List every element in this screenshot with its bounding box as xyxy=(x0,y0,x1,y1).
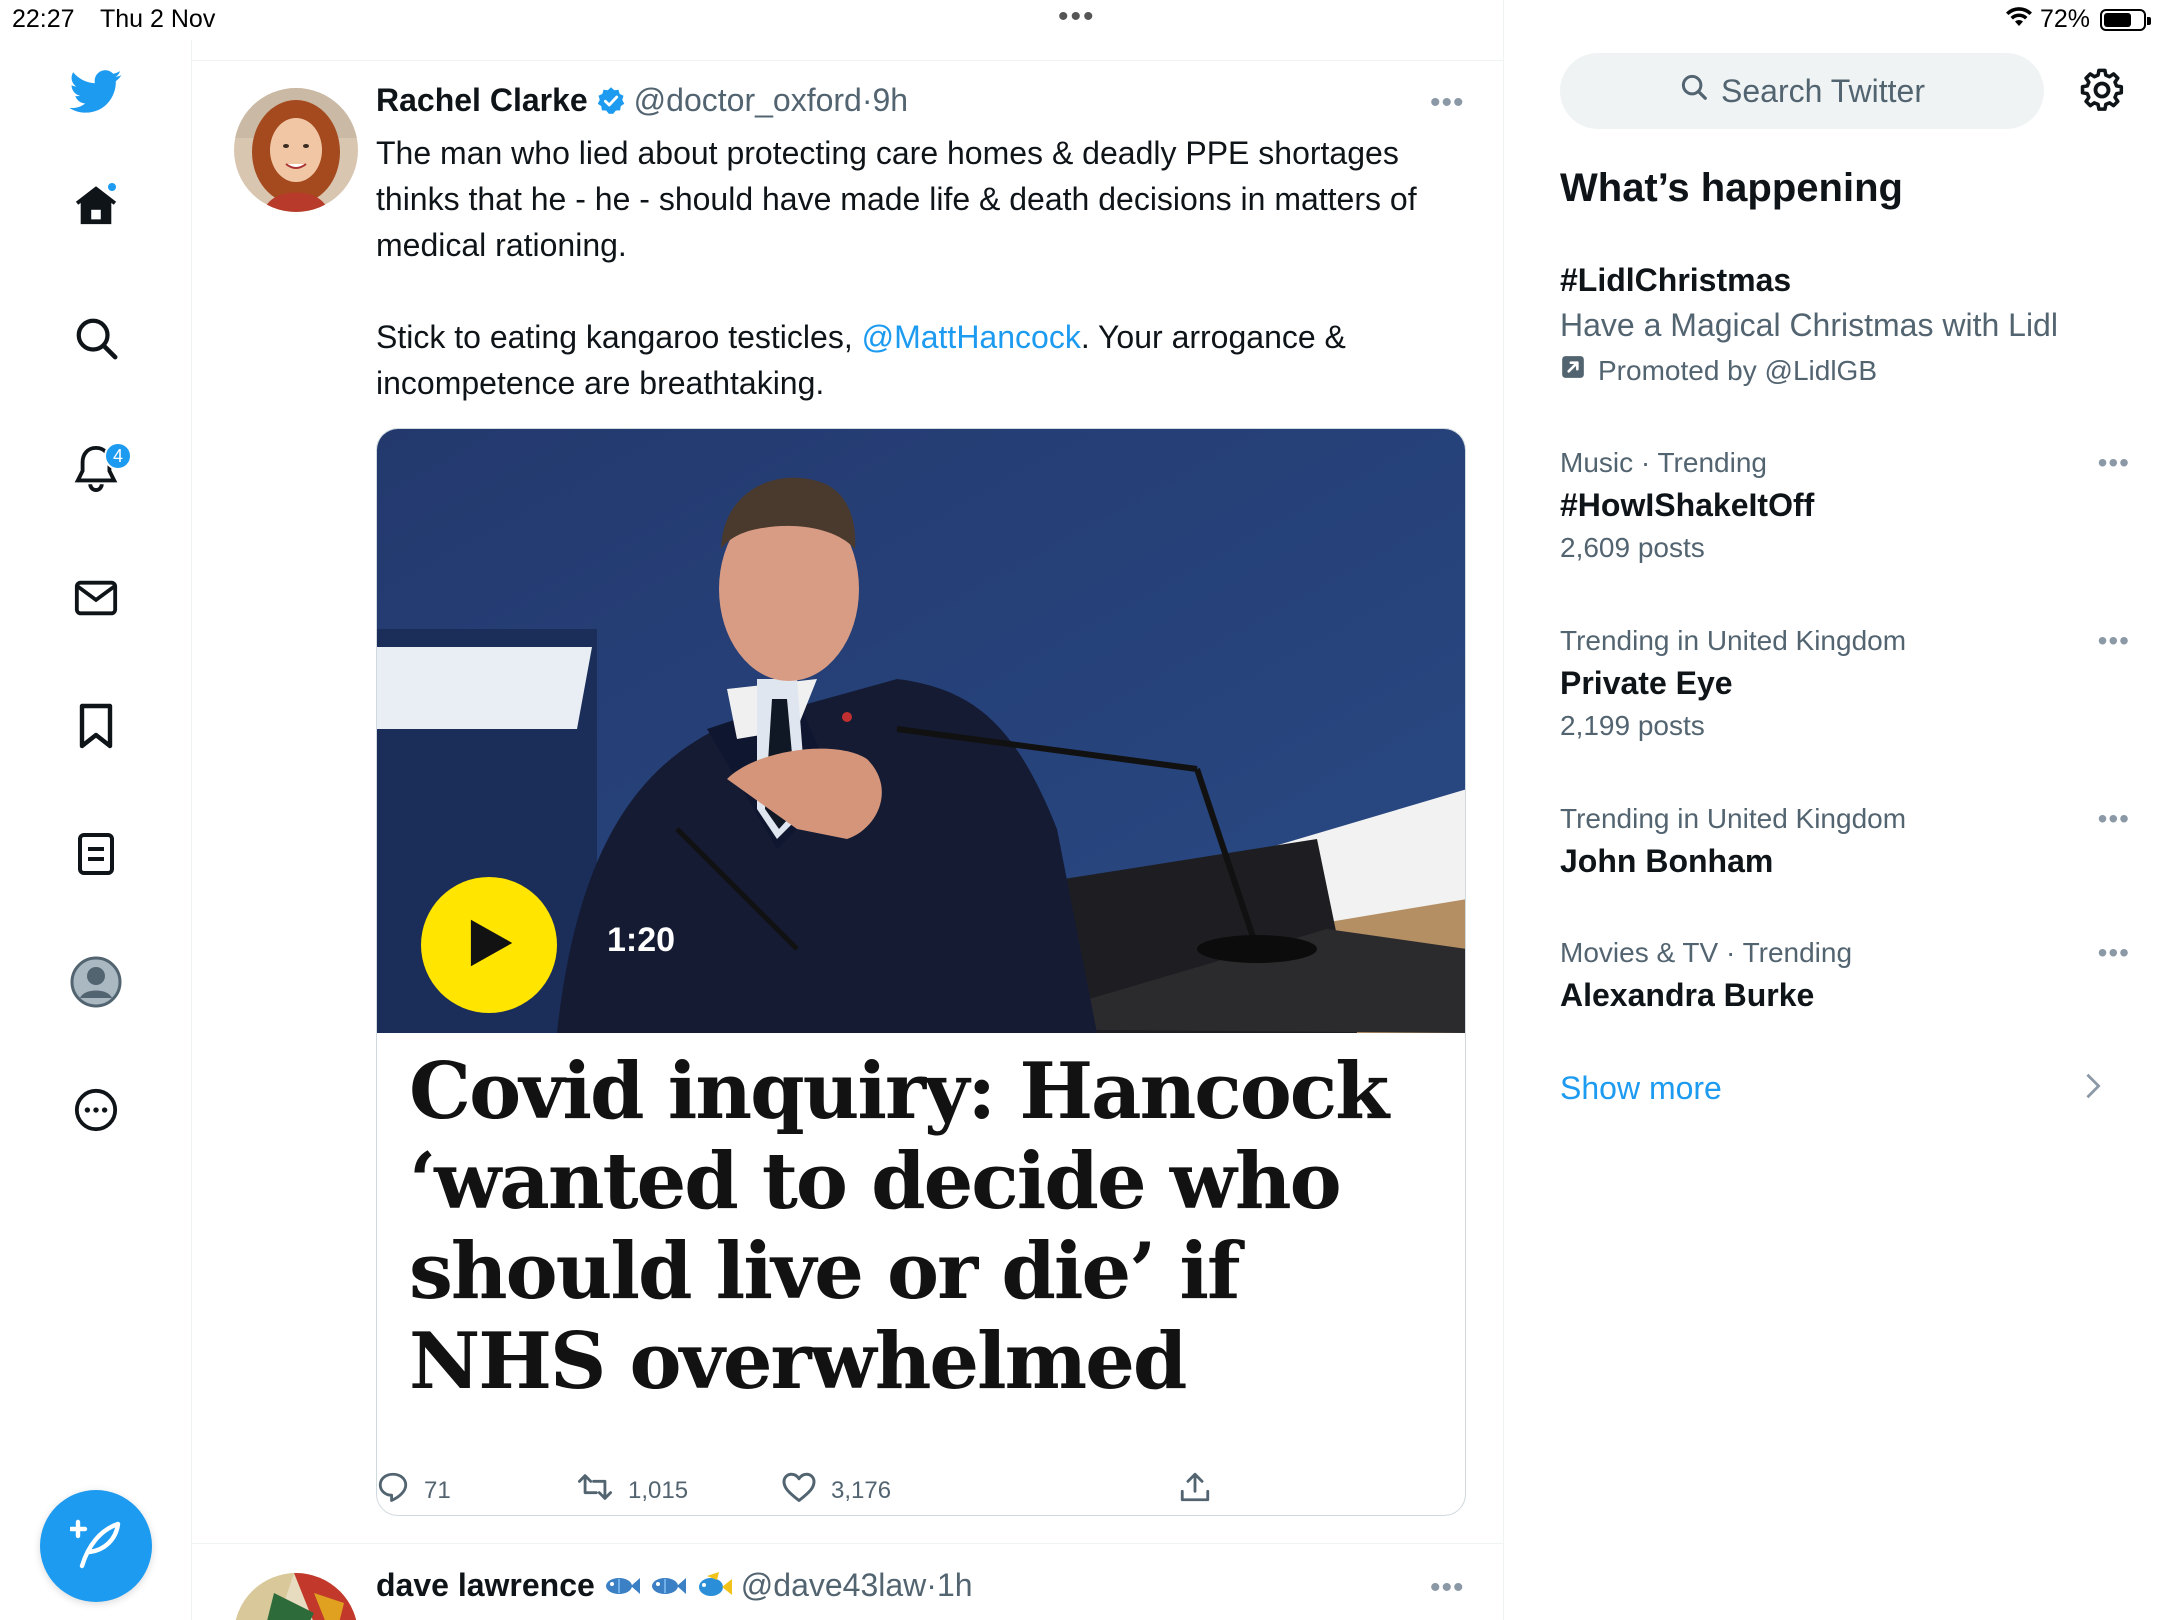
nav-more[interactable] xyxy=(66,1082,126,1142)
verified-badge-icon xyxy=(596,86,626,116)
promoted-icon xyxy=(1560,354,1598,387)
video-duration: 1:20 xyxy=(607,921,676,959)
trend-description: Have a Magical Christmas with Lidl xyxy=(1560,307,2058,343)
nav-explore[interactable] xyxy=(66,310,126,370)
retweet-icon xyxy=(576,1470,628,1511)
like-button[interactable]: 3,176 xyxy=(781,1470,891,1511)
search-icon xyxy=(73,315,119,366)
retweet-button[interactable]: 1,015 xyxy=(576,1470,688,1511)
trend-topic: #LidlChristmas xyxy=(1560,262,1792,298)
tweet-header: dave lawrence @dave43law · 1h xyxy=(376,1567,973,1604)
nav-profile[interactable] xyxy=(66,954,126,1014)
tweet-text: The man who lied about protecting care h… xyxy=(376,130,1466,406)
nav-lists[interactable] xyxy=(66,826,126,886)
link-card[interactable]: 1:20 Covid inquiry: Hancock ‘wanted to d… xyxy=(376,428,1466,1516)
play-icon xyxy=(458,912,520,979)
tropical-fish-emoji-icon xyxy=(693,1570,733,1602)
mention-link[interactable]: @MattHancock xyxy=(862,319,1081,355)
share-icon xyxy=(1178,1470,1226,1511)
home-unread-dot xyxy=(106,181,118,193)
trend-item[interactable]: Movies & TV · Trending Alexandra Burke •… xyxy=(1560,937,2129,1014)
reply-count: 71 xyxy=(424,1476,451,1504)
more-icon xyxy=(73,1087,119,1138)
tweet-more-button[interactable]: ••• xyxy=(1430,86,1465,120)
fish-emoji-icon xyxy=(601,1570,641,1602)
tweet-header: Rachel Clarke @doctor_oxford · 9h xyxy=(376,82,908,119)
tweet-time[interactable]: 1h xyxy=(937,1567,973,1604)
search-input[interactable]: Search Twitter xyxy=(1560,53,2044,129)
author-handle[interactable]: @doctor_oxford xyxy=(634,82,862,119)
author-handle[interactable]: @dave43law xyxy=(741,1567,926,1604)
tweet-text-segment: Stick to eating kangaroo testicles, xyxy=(376,319,862,355)
reply-icon xyxy=(376,1470,424,1511)
profile-icon xyxy=(70,956,122,1013)
header-separator: · xyxy=(926,1567,937,1603)
trend-topic: Private Eye xyxy=(1560,665,1733,701)
notification-badge: 4 xyxy=(104,442,132,470)
nav-messages[interactable] xyxy=(66,570,126,630)
tweet[interactable]: Rachel Clarke @doctor_oxford · 9h ••• Th… xyxy=(192,60,1504,1544)
left-navigation: 4 xyxy=(0,40,192,1620)
bird-icon xyxy=(69,69,123,119)
trend-item[interactable]: #LidlChristmas Have a Magical Christmas … xyxy=(1560,262,2120,387)
trend-item[interactable]: Trending in United Kingdom John Bonham •… xyxy=(1560,803,2129,880)
status-time: 22:27 xyxy=(12,5,75,33)
nav-home[interactable] xyxy=(66,177,126,237)
heart-icon xyxy=(781,1470,831,1511)
author-avatar[interactable] xyxy=(234,88,358,212)
trend-topic: Alexandra Burke xyxy=(1560,977,1815,1013)
settings-button[interactable] xyxy=(2072,62,2132,122)
trend-item[interactable]: Trending in United Kingdom Private Eye 2… xyxy=(1560,625,2129,742)
card-headline[interactable]: Covid inquiry: Hancock ‘wanted to decide… xyxy=(409,1047,1409,1407)
author-name[interactable]: dave lawrence xyxy=(376,1567,595,1604)
chevron-right-icon xyxy=(2084,1072,2102,1108)
trend-post-count: 2,199 posts xyxy=(1560,710,1705,741)
header-separator: · xyxy=(861,82,873,118)
retweet-count: 1,015 xyxy=(628,1476,689,1504)
video-thumbnail[interactable]: 1:20 xyxy=(377,429,1465,1033)
promoted-label: Promoted by @LidlGB xyxy=(1560,354,2120,387)
reply-button[interactable]: 71 xyxy=(376,1470,451,1511)
trend-more-button[interactable]: ••• xyxy=(2098,447,2130,479)
trend-more-button[interactable]: ••• xyxy=(2098,937,2130,969)
gear-icon xyxy=(2079,67,2125,118)
tweet[interactable]: dave lawrence @dave43law · 1h ••• xyxy=(192,1545,1504,1620)
tweet-paragraph-1: The man who lied about protecting care h… xyxy=(376,135,1417,263)
tweet-time[interactable]: 9h xyxy=(872,82,908,119)
tweet-more-button[interactable]: ••• xyxy=(1430,1571,1465,1605)
show-more-link[interactable]: Show more xyxy=(1560,1070,1722,1107)
search-icon xyxy=(1679,72,1721,110)
nav-bookmarks[interactable] xyxy=(66,698,126,758)
trend-context: Music · Trending xyxy=(1560,447,1767,478)
trend-item[interactable]: Music · Trending #HowIShakeItOff 2,609 p… xyxy=(1560,447,2129,564)
compose-icon xyxy=(68,1518,122,1575)
timeline: Rachel Clarke @doctor_oxford · 9h ••• Th… xyxy=(192,0,1504,1620)
search-placeholder: Search Twitter xyxy=(1721,72,1925,109)
play-button[interactable] xyxy=(421,877,557,1013)
whats-happening-heading: What’s happening xyxy=(1560,166,1903,210)
compose-button[interactable] xyxy=(40,1490,152,1602)
bookmark-icon xyxy=(76,702,116,755)
fish-emoji-icon xyxy=(647,1570,687,1602)
tweet-paragraph-2: Stick to eating kangaroo testicles, @Mat… xyxy=(376,314,1466,406)
promoted-by-text: Promoted by @LidlGB xyxy=(1598,354,1877,386)
tweet-actions: 71 1,015 3,176 xyxy=(376,1470,1466,1510)
author-avatar[interactable] xyxy=(234,1573,358,1620)
trend-more-button[interactable]: ••• xyxy=(2098,803,2130,835)
trend-post-count: 2,609 posts xyxy=(1560,532,1705,563)
trend-context: Trending in United Kingdom xyxy=(1560,803,1907,834)
nav-notifications[interactable]: 4 xyxy=(66,440,132,500)
share-button[interactable] xyxy=(1178,1470,1226,1511)
list-icon xyxy=(76,831,116,882)
trend-topic: #HowIShakeItOff xyxy=(1560,487,1815,523)
mail-icon xyxy=(73,578,119,623)
trend-more-button[interactable]: ••• xyxy=(2098,625,2130,657)
like-count: 3,176 xyxy=(831,1476,892,1504)
trend-context: Trending in United Kingdom xyxy=(1560,625,1907,656)
trend-context: Movies & TV · Trending xyxy=(1560,937,1853,968)
right-sidebar: Search Twitter What’s happening #LidlChr… xyxy=(1504,0,2160,1620)
author-name[interactable]: Rachel Clarke xyxy=(376,82,588,119)
trend-topic: John Bonham xyxy=(1560,843,1774,879)
twitter-logo[interactable] xyxy=(66,64,126,124)
